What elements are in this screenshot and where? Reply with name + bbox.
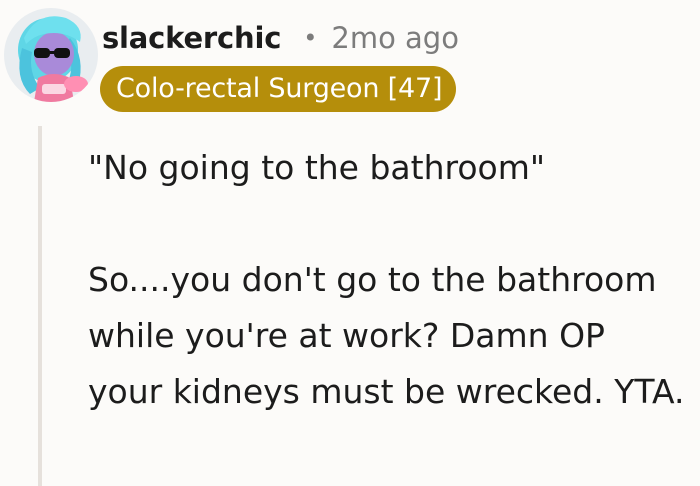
user-avatar[interactable] [4, 8, 98, 102]
comment-paragraph-reply: So....you don't go to the bathroom while… [88, 260, 685, 411]
comment: slackerchic • 2mo ago Colo-rectal Surgeo… [0, 0, 700, 486]
comment-header: slackerchic • 2mo ago [102, 12, 459, 64]
meta-separator: • [303, 24, 318, 52]
comment-body: "No going to the bathroom" So....you don… [88, 140, 688, 420]
comment-paragraph-quote: "No going to the bathroom" [88, 148, 546, 187]
snoo-avatar-icon [18, 16, 88, 102]
username-link[interactable]: slackerchic [102, 21, 281, 55]
user-flair-badge: Colo-rectal Surgeon [47] [100, 66, 457, 112]
timestamp[interactable]: 2mo ago [331, 21, 459, 55]
thread-collapse-line[interactable] [38, 126, 42, 486]
